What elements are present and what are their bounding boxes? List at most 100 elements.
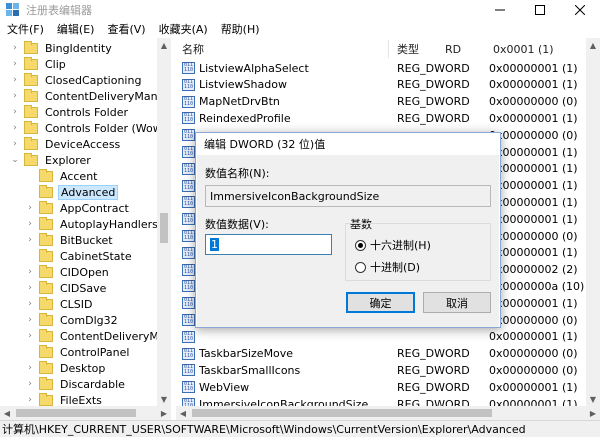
expand-arrow-icon[interactable]: › [10,107,20,117]
tree-hscroll-thumb[interactable] [16,409,136,417]
hex-radio[interactable]: 十六进制(H) [355,237,431,253]
menu-view[interactable]: 查看(V) [100,21,151,37]
expand-arrow-icon[interactable]: › [10,75,20,85]
expand-arrow-icon[interactable]: › [25,267,35,277]
tree-item-label: ContentDeliveryManag [60,329,170,343]
dialog-title: 编辑 DWORD (32 位)值 [196,133,500,155]
dialog-body: 数值名称(N): ImmersiveIconBackgroundSize 数值数… [197,155,499,327]
scroll-left-icon[interactable]: ◀ [176,406,190,420]
values-vertical-scrollbar[interactable]: ▲ ▼ [586,38,600,406]
dec-radio[interactable]: 十进制(D) [355,259,420,275]
value-row[interactable]: 011 110 ListviewShadow REG_DWORD 0x00000001 … [176,77,600,93]
tree-item[interactable]: › CLSID [25,296,95,312]
tree-item[interactable]: ⌄ Explorer [10,152,93,168]
tree-item[interactable]: › Clip [10,56,68,72]
tree-item[interactable]: › ClosedCaptioning [10,72,143,88]
tree-item[interactable]: › FileExts [25,392,104,406]
scroll-down-icon[interactable]: ▼ [157,392,171,406]
expand-arrow-icon[interactable]: › [25,235,35,245]
tree-item[interactable]: Advanced [25,184,119,200]
scroll-right-icon[interactable]: ▶ [157,406,171,420]
value-row[interactable]: 011 110 TaskbarSizeMove REG_DWORD 0x00000000… [176,346,600,362]
values-horizontal-scrollbar[interactable]: ◀ ▶ [176,406,600,420]
tree-item[interactable]: › AppContract [25,200,131,216]
value-row[interactable]: 011 110 TaskbarSmallIcons REG_DWORD 0x000000… [176,362,600,378]
tree-item[interactable]: Accent [25,168,99,184]
scroll-down-icon[interactable]: ▼ [586,392,600,406]
tree-scroll-thumb[interactable] [160,213,168,243]
values-hscroll-thumb[interactable] [192,409,492,417]
cancel-button[interactable]: 取消 [423,292,491,313]
tree-item[interactable]: › CIDOpen [25,264,111,280]
maximize-button[interactable] [520,0,560,20]
expand-arrow-icon[interactable]: › [25,299,35,309]
scroll-up-icon[interactable]: ▲ [586,38,600,52]
value-data-input[interactable]: 1 [205,234,332,255]
value-row[interactable]: 011 110 WebView REG_DWORD 0x00000001 (1) [176,379,600,395]
expand-arrow-icon[interactable]: › [10,139,20,149]
expand-arrow-icon[interactable]: › [25,379,35,389]
scroll-left-icon[interactable]: ◀ [0,406,14,420]
value-row[interactable]: 011 110 0x00000001 (1) [176,329,600,345]
value-type: REG_DWORD [397,347,470,361]
tree-item[interactable]: › BitBucket [25,232,115,248]
tree-item[interactable]: › ContentDeliveryManager [10,88,170,104]
tree-item[interactable]: › Controls Folder (Wow64) [10,120,170,136]
value-type: REG_DWORD [397,380,470,394]
reg-binary-value-icon: 011 110 [182,179,195,192]
value-name-field: ImmersiveIconBackgroundSize [205,185,491,207]
minimize-button[interactable] [480,0,520,20]
value-row[interactable]: 011 110 MapNetDrvBtn REG_DWORD 0x00000000 (0… [176,94,600,110]
tree-item[interactable]: › ContentDeliveryManag [25,328,170,344]
collapse-arrow-icon[interactable]: ⌄ [10,155,20,165]
key-tree[interactable]: › BingIdentity › Clip › ClosedCaptioning › Cont… [0,38,171,406]
reg-binary-value-icon: 011 110 [182,162,195,175]
menu-edit[interactable]: 编辑(E) [50,21,101,37]
tree-item[interactable]: › AutoplayHandlers [25,216,160,232]
expand-arrow-icon[interactable]: › [25,363,35,373]
expand-arrow-icon[interactable]: › [25,283,35,293]
tree-horizontal-scrollbar[interactable]: ◀ ▶ [0,406,171,420]
expand-arrow-icon[interactable]: › [25,315,35,325]
value-data: 0x00000001 (1) [489,145,578,159]
tree-item[interactable]: ControlPanel [25,344,131,360]
tree-item[interactable]: › CIDSave [25,280,108,296]
close-button[interactable] [560,0,600,20]
expand-arrow-icon[interactable]: › [10,59,20,69]
expand-arrow-icon[interactable]: › [10,43,20,53]
value-data: 0x00000000 (0) [489,313,578,327]
menu-file[interactable]: 文件(F) [0,21,50,37]
folder-icon [24,120,38,134]
menu-favorites[interactable]: 收藏夹(A) [152,21,214,37]
column-header-type[interactable]: 类型 [397,40,419,58]
expand-arrow-icon[interactable]: › [10,91,20,101]
tree-item[interactable]: › BingIdentity [10,40,114,56]
column-header-type-tail: RD [445,42,462,56]
tree-item[interactable]: › Desktop [25,360,107,376]
scroll-right-icon[interactable]: ▶ [586,406,600,420]
value-data: 0x00000001 (1) [489,195,578,209]
tree-item[interactable]: › Discardable [25,376,127,392]
value-data: 0x00000001 (1) [489,179,578,193]
expand-arrow-icon[interactable]: › [25,331,35,341]
expand-arrow-icon[interactable]: › [10,123,20,133]
tree-item[interactable]: CabinetState [25,248,134,264]
column-header-name[interactable]: 名称 [182,40,204,58]
ok-button[interactable]: 确定 [346,292,415,313]
value-row[interactable]: 011 110 ListviewAlphaSelect REG_DWORD 0x0000… [176,60,600,76]
value-row[interactable]: 011 110 ImmersiveIconBackgroundSize REG_DWO… [176,396,600,406]
expand-arrow-icon[interactable]: › [25,203,35,213]
expand-arrow-icon[interactable]: › [25,219,35,229]
column-header-data[interactable]: 0x0001 (1) [493,40,554,58]
expand-arrow-icon[interactable]: › [25,395,35,405]
tree-item[interactable]: › ComDlg32 [25,312,120,328]
value-row[interactable]: 011 110 ReindexedProfile REG_DWORD 0x0000000… [176,110,600,126]
tree-item[interactable]: › DeviceAccess [10,136,122,152]
tree-item[interactable]: › Controls Folder [10,104,130,120]
value-data: 0x00000000 (0) [489,363,578,377]
column-divider[interactable] [388,40,389,58]
menu-help[interactable]: 帮助(H) [214,21,266,37]
tree-vertical-scrollbar[interactable]: ▲ ▼ [157,38,171,406]
tree-item-label: Desktop [60,361,106,375]
scroll-up-icon[interactable]: ▲ [157,38,171,52]
